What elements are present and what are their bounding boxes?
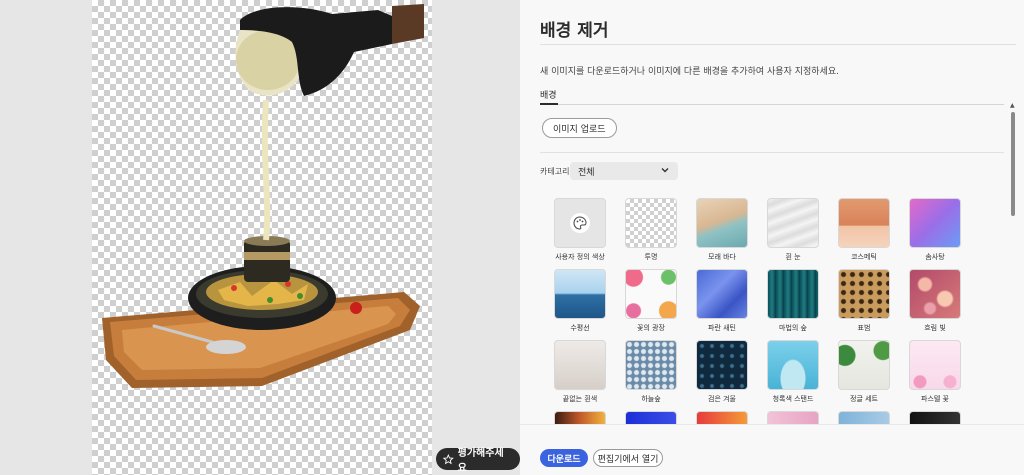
background-option-black-winter[interactable]: 검은 겨울 xyxy=(696,340,748,404)
swatch-thumbnail xyxy=(696,411,748,424)
swatch-thumbnail xyxy=(767,340,819,390)
background-option-label: 모래 바다 xyxy=(708,253,736,261)
swatch-thumbnail xyxy=(838,340,890,390)
background-option-blurred-light[interactable]: 흐림 빛 xyxy=(909,269,961,333)
divider xyxy=(540,44,1016,45)
swatch-thumbnail xyxy=(554,411,606,424)
cutout-food-image xyxy=(102,4,424,388)
scroll-up-icon[interactable]: ▲ xyxy=(1010,102,1015,109)
swatch-thumbnail xyxy=(838,269,890,319)
palette-icon xyxy=(570,213,590,233)
category-value: 전체 xyxy=(578,167,595,178)
swatch-thumbnail xyxy=(696,340,748,390)
background-option-label: 투명 xyxy=(644,253,658,261)
tab-active-indicator xyxy=(540,103,558,105)
open-in-editor-button[interactable]: 편집기에서 열기 xyxy=(593,449,663,467)
tab-background[interactable]: 배경 xyxy=(540,88,557,101)
swatch-thumbnail xyxy=(909,340,961,390)
category-select[interactable]: 전체 xyxy=(570,162,678,180)
swatch-thumbnail xyxy=(625,198,677,248)
panel-description: 새 이미지를 다운로드하거나 이미지에 다른 배경을 추가하여 사용자 지정하세… xyxy=(540,67,839,77)
swatch-thumbnail xyxy=(696,198,748,248)
background-option-sky-forest[interactable]: 하늘숲 xyxy=(625,340,677,404)
panel-scroll-area[interactable]: 새 이미지를 다운로드하거나 이미지에 다른 배경을 추가하여 사용자 지정하세… xyxy=(520,46,1016,424)
background-option-label: 솜사탕 xyxy=(925,253,945,261)
background-option-horizon[interactable]: 수평선 xyxy=(554,269,606,333)
background-option-jungle-set[interactable]: 정글 세트 xyxy=(838,340,890,404)
star-icon xyxy=(443,453,454,464)
background-option-teal-stand[interactable]: 청록색 스탠드 xyxy=(767,340,819,404)
divider xyxy=(540,152,1004,153)
panel-title: 배경 제거 xyxy=(540,21,609,41)
background-option-cotton-candy[interactable]: 솜사탕 xyxy=(909,198,961,262)
background-option-label: 수평선 xyxy=(570,324,590,332)
background-option-label: 하늘숲 xyxy=(641,395,661,403)
upload-image-button[interactable]: 이미지 업로드 xyxy=(542,118,617,138)
background-option-blue-satin[interactable]: 파란 새틴 xyxy=(696,269,748,333)
swatch-thumbnail xyxy=(909,198,961,248)
background-option-row4[interactable] xyxy=(838,411,890,424)
swatch-thumbnail xyxy=(909,411,961,424)
swatch-thumbnail xyxy=(696,269,748,319)
background-option-row4[interactable] xyxy=(767,411,819,424)
scrollbar-thumb[interactable] xyxy=(1011,112,1015,216)
background-option-pastel-flower[interactable]: 파스텔 꽃 xyxy=(909,340,961,404)
category-label: 카테고리 xyxy=(540,167,570,176)
rate-button-label: 평가해주세요 xyxy=(457,448,504,474)
background-option-row4[interactable] xyxy=(696,411,748,424)
swatch-thumbnail xyxy=(554,340,606,390)
background-option-label: 사용자 정의 색상 xyxy=(555,253,605,261)
background-option-label: 흰 눈 xyxy=(785,253,801,261)
app-root: 평가해주세요 배경 제거 새 이미지를 다운로드하거나 이미지에 다른 배경을 … xyxy=(0,0,1024,475)
divider xyxy=(520,424,1024,425)
swatch-thumbnail xyxy=(625,269,677,319)
swatch-thumbnail xyxy=(625,411,677,424)
background-option-label: 정글 세트 xyxy=(850,395,878,403)
swatch-thumbnail xyxy=(909,269,961,319)
preview-area: 평가해주세요 xyxy=(0,0,520,475)
background-option-transparent[interactable]: 투명 xyxy=(625,198,677,262)
background-option-magic-forest[interactable]: 마법의 숲 xyxy=(767,269,819,333)
background-option-label: 파란 새틴 xyxy=(708,324,736,332)
swatch-thumbnail xyxy=(767,411,819,424)
background-option-custom-color[interactable]: 사용자 정의 색상 xyxy=(554,198,606,262)
background-option-row4[interactable] xyxy=(625,411,677,424)
tab-underline xyxy=(540,104,1004,105)
background-option-leopard[interactable]: 표범 xyxy=(838,269,890,333)
download-button[interactable]: 다운로드 xyxy=(540,449,588,467)
swatch-thumbnail xyxy=(554,269,606,319)
background-option-label: 마법의 숲 xyxy=(779,324,807,332)
background-option-label: 꽃의 광장 xyxy=(637,324,665,332)
chevron-down-icon xyxy=(661,168,669,173)
rate-button[interactable]: 평가해주세요 xyxy=(436,448,520,474)
background-option-white-snow[interactable]: 흰 눈 xyxy=(767,198,819,262)
swatch-thumbnail xyxy=(838,198,890,248)
swatch-thumbnail xyxy=(554,198,606,248)
panel-scrollbar[interactable]: ▲ ▼ xyxy=(1010,102,1016,424)
background-option-row4[interactable] xyxy=(909,411,961,424)
background-option-flower-square[interactable]: 꽃의 광장 xyxy=(625,269,677,333)
background-option-label: 표범 xyxy=(857,324,871,332)
background-option-sand-sea[interactable]: 모래 바다 xyxy=(696,198,748,262)
background-option-label: 파스텔 꽃 xyxy=(921,395,949,403)
swatch-thumbnail xyxy=(838,411,890,424)
swatch-thumbnail xyxy=(767,198,819,248)
background-option-label: 흐림 빛 xyxy=(924,324,946,332)
background-option-endless-white[interactable]: 끝없는 흰색 xyxy=(554,340,606,404)
background-option-label: 코스메틱 xyxy=(851,253,877,261)
swatch-thumbnail xyxy=(767,269,819,319)
swatch-thumbnail xyxy=(625,340,677,390)
background-remove-panel: 배경 제거 새 이미지를 다운로드하거나 이미지에 다른 배경을 추가하여 사용… xyxy=(520,0,1024,475)
background-option-row4[interactable] xyxy=(554,411,606,424)
background-option-label: 끝없는 흰색 xyxy=(562,395,598,403)
background-option-cosmetic[interactable]: 코스메틱 xyxy=(838,198,890,262)
background-option-label: 청록색 스탠드 xyxy=(772,395,814,403)
background-option-label: 검은 겨울 xyxy=(708,395,736,403)
